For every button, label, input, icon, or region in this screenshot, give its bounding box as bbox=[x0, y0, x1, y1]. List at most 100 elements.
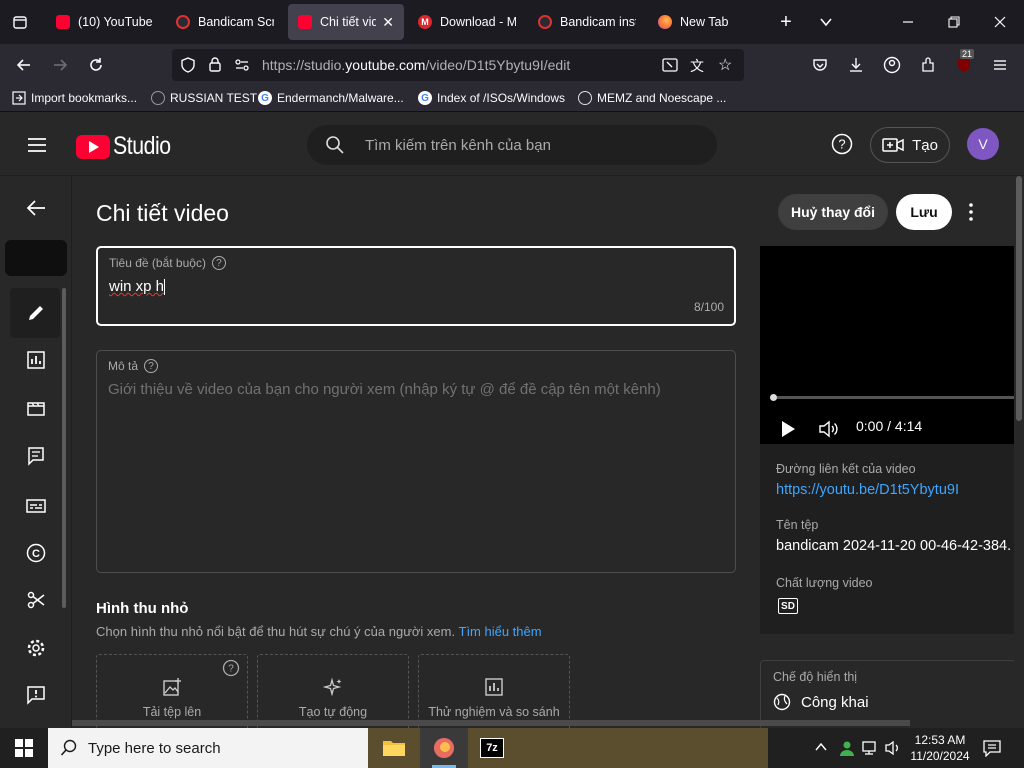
browser-tab[interactable]: New Tab bbox=[648, 4, 758, 40]
account-icon[interactable] bbox=[878, 51, 906, 79]
undo-changes-button[interactable]: Huỷ thay đổi bbox=[778, 194, 888, 230]
title-field[interactable]: Tiêu đề (bắt buộc) ? win xp h 8/100 bbox=[96, 246, 736, 326]
bookmark-item[interactable]: RUSSIAN TEST bbox=[151, 91, 257, 105]
close-window-icon[interactable] bbox=[986, 8, 1014, 36]
description-field[interactable]: Mô tả ? Giới thiệu về video của bạn cho … bbox=[96, 350, 736, 573]
volume-icon[interactable] bbox=[885, 740, 903, 761]
auto-generate-thumbnail-option[interactable]: Tạo tự động bbox=[257, 654, 409, 728]
comments-icon[interactable] bbox=[22, 442, 50, 470]
subtitles-icon[interactable] bbox=[22, 492, 50, 520]
test-compare-thumbnail-option[interactable]: Thử nghiệm và so sánh bbox=[418, 654, 570, 728]
progress-bar[interactable] bbox=[770, 394, 1016, 401]
url-bar[interactable]: https://studio.youtube.com/video/D1t5Yby… bbox=[172, 49, 744, 81]
close-tab-icon[interactable]: ✕ bbox=[382, 14, 394, 31]
settings-gear-icon[interactable] bbox=[22, 634, 50, 662]
create-button[interactable]: Tạo bbox=[870, 127, 950, 163]
page-scrollbar[interactable] bbox=[1014, 176, 1024, 728]
bookmark-item[interactable]: G Index of /ISOs/Windows bbox=[418, 91, 565, 105]
shield-icon[interactable] bbox=[180, 57, 196, 78]
page-title: Chi tiết video bbox=[96, 200, 229, 226]
horizontal-scrollbar[interactable] bbox=[72, 720, 910, 726]
7zip-icon[interactable]: 7z bbox=[468, 728, 516, 768]
browser-tab[interactable]: Bandicam insta bbox=[528, 4, 646, 40]
channel-search-input[interactable]: Tìm kiếm trên kênh của bạn bbox=[307, 125, 717, 165]
more-options-icon[interactable] bbox=[961, 201, 981, 228]
logo-text: Studio bbox=[113, 132, 171, 160]
chevron-up-icon[interactable] bbox=[814, 740, 828, 759]
video-info-panel: Đường liên kết của video https://youtu.b… bbox=[760, 444, 1016, 634]
taskbar-search-input[interactable]: Type here to search bbox=[48, 728, 368, 768]
nav-scrollbar[interactable] bbox=[62, 288, 66, 608]
browser-tab-active[interactable]: Chi tiết vide ✕ bbox=[288, 4, 404, 40]
help-icon[interactable]: ? bbox=[211, 256, 226, 270]
forward-arrow-icon[interactable] bbox=[46, 51, 74, 79]
title-field-label: Tiêu đề (bắt buộc) ? bbox=[109, 256, 226, 270]
description-placeholder: Giới thiệu về video của bạn cho người xe… bbox=[108, 381, 661, 398]
file-explorer-icon[interactable] bbox=[370, 728, 418, 768]
downloads-icon[interactable] bbox=[842, 51, 870, 79]
editor-clapper-icon[interactable] bbox=[22, 394, 50, 422]
svg-text:C: C bbox=[32, 548, 40, 560]
pocket-icon[interactable] bbox=[806, 51, 834, 79]
video-link[interactable]: https://youtu.be/D1t5Ybytu9I bbox=[776, 482, 959, 498]
youtube-icon bbox=[298, 15, 312, 29]
back-arrow-icon[interactable] bbox=[22, 194, 50, 222]
video-thumbnail-mini[interactable] bbox=[5, 240, 67, 276]
bookmark-item[interactable]: MEMZ and Noescape ... bbox=[578, 91, 726, 105]
bookmark-item[interactable]: Import bookmarks... bbox=[12, 91, 137, 105]
progress-scrubber[interactable] bbox=[770, 394, 777, 401]
volume-icon[interactable] bbox=[818, 419, 840, 444]
browser-tab[interactable]: M Download - M bbox=[408, 4, 526, 40]
text-cursor bbox=[164, 279, 166, 296]
permissions-icon[interactable] bbox=[234, 57, 250, 78]
upload-thumbnail-option[interactable]: ? Tải tệp lên bbox=[96, 654, 248, 728]
network-icon[interactable] bbox=[862, 740, 880, 761]
menu-hamburger-icon[interactable] bbox=[986, 51, 1014, 79]
reload-icon[interactable] bbox=[82, 51, 110, 79]
browser-tab[interactable]: Bandicam Scre bbox=[166, 4, 284, 40]
tab-overview-icon[interactable] bbox=[6, 8, 34, 36]
hamburger-menu-icon[interactable] bbox=[26, 136, 48, 159]
ublock-extension-icon[interactable]: 21 bbox=[950, 49, 978, 79]
back-arrow-icon[interactable] bbox=[10, 51, 38, 79]
restore-window-icon[interactable] bbox=[940, 8, 968, 36]
pencil-icon[interactable] bbox=[22, 299, 50, 327]
visibility-label: Chế độ hiển thị bbox=[773, 670, 858, 684]
help-icon[interactable]: ? bbox=[831, 133, 853, 160]
learn-more-link[interactable]: Tìm hiểu thêm bbox=[459, 624, 542, 639]
lock-icon[interactable] bbox=[208, 56, 222, 77]
new-tab-button[interactable]: + bbox=[772, 8, 800, 36]
browser-tab[interactable]: (10) YouTube bbox=[46, 4, 164, 40]
help-icon[interactable]: ? bbox=[144, 359, 159, 373]
play-icon[interactable] bbox=[780, 420, 796, 443]
list-tabs-chevron-icon[interactable] bbox=[812, 8, 840, 36]
image-upload-icon bbox=[97, 677, 247, 702]
title-input[interactable]: win xp h bbox=[109, 278, 166, 296]
bookmark-star-icon[interactable]: ☆ bbox=[718, 55, 732, 75]
bookmark-label: Endermanch/Malware... bbox=[277, 91, 404, 105]
minimize-window-icon[interactable] bbox=[894, 8, 922, 36]
clips-scissors-icon[interactable] bbox=[22, 586, 50, 614]
taskbar-clock[interactable]: 12:53 AM 11/20/2024 bbox=[908, 732, 972, 764]
people-icon[interactable] bbox=[838, 739, 856, 762]
windows-start-icon[interactable] bbox=[0, 728, 48, 768]
bookmark-item[interactable]: G Endermanch/Malware... bbox=[258, 91, 404, 105]
firefox-taskbar-icon[interactable] bbox=[420, 728, 468, 768]
save-button[interactable]: Lưu bbox=[896, 194, 952, 230]
feedback-icon[interactable] bbox=[22, 681, 50, 709]
translate-icon[interactable]: 文 bbox=[690, 56, 704, 76]
visibility-card[interactable]: Chế độ hiển thị Công khai bbox=[760, 660, 1016, 728]
extensions-icon[interactable] bbox=[914, 51, 942, 79]
scrollbar-thumb[interactable] bbox=[1016, 176, 1022, 421]
bookmark-label: Index of /ISOs/Windows bbox=[437, 91, 566, 105]
tab-label: Bandicam insta bbox=[560, 15, 636, 29]
studio-logo[interactable]: Studio bbox=[76, 132, 181, 161]
url-text[interactable]: https://studio.youtube.com/video/D1t5Yby… bbox=[262, 57, 570, 73]
notifications-icon[interactable] bbox=[982, 739, 1002, 762]
copyright-icon[interactable]: C bbox=[22, 539, 50, 567]
video-player[interactable]: 0:00 / 4:14 bbox=[760, 246, 1016, 444]
google-icon: G bbox=[418, 91, 432, 105]
picture-in-picture-icon[interactable] bbox=[662, 57, 678, 78]
analytics-icon[interactable] bbox=[22, 346, 50, 374]
avatar[interactable]: V bbox=[967, 128, 999, 160]
